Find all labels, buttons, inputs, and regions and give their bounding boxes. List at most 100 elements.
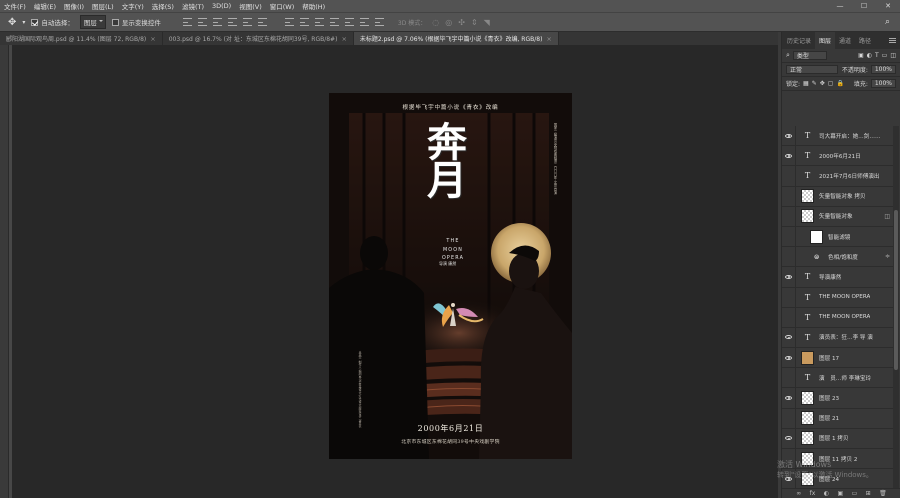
filter-shape-icon[interactable]: ▭ (882, 52, 888, 59)
3d-slide-icon[interactable]: ⇕ (471, 18, 478, 27)
poster-document[interactable]: 根据毕飞宇中篇小说《青衣》改编 奔月 THE MOON OPERA 导演 康然 … (329, 93, 572, 459)
layer-visibility-toggle[interactable] (782, 327, 796, 348)
lock-all-icon[interactable]: 🔒 (836, 80, 843, 87)
menu-item[interactable]: 图层(L) (88, 1, 118, 11)
lock-pixels-icon[interactable]: ▦ (803, 80, 809, 87)
layer-visibility-toggle[interactable] (782, 126, 796, 146)
layer-visibility-toggle[interactable] (782, 347, 796, 368)
menu-item[interactable]: 编辑(E) (30, 1, 60, 11)
move-tool-icon[interactable]: ✥ (8, 17, 16, 28)
distribute-top-icon[interactable] (284, 18, 294, 26)
lock-artboard-icon[interactable]: ▢ (828, 80, 834, 87)
mask-icon[interactable]: ◐ (824, 490, 829, 497)
layer-row[interactable]: T 2000年6月21日 (782, 145, 893, 167)
filter-adjust-icon[interactable]: ◐ (867, 52, 872, 59)
close-icon[interactable]: ✕ (876, 0, 900, 12)
filter-pixel-icon[interactable]: ▣ (858, 52, 864, 59)
menu-item[interactable]: 窗口(W) (266, 1, 299, 11)
document-tab[interactable]: 郾阳湖国际观鸟周.psd @ 11.4% (图层 72, RGB/8) × (0, 32, 163, 45)
align-left-icon[interactable] (227, 18, 237, 26)
layer-visibility-toggle[interactable] (782, 266, 796, 287)
minimize-icon[interactable]: — (828, 0, 852, 12)
panel-menu-icon[interactable] (889, 38, 896, 43)
3d-scale-icon[interactable]: ◥ (484, 18, 490, 27)
3d-orbit-icon[interactable]: ◌ (432, 18, 439, 27)
menu-item[interactable]: 滤镜(T) (178, 1, 208, 11)
menu-item[interactable]: 帮助(H) (298, 1, 329, 11)
layer-row[interactable]: T 2021年7月6日师傅演出 (782, 165, 893, 187)
search-icon[interactable]: ⌕ (885, 17, 890, 27)
menu-item[interactable]: 文字(Y) (118, 1, 148, 11)
panel-tab[interactable]: 通道 (835, 32, 855, 49)
layer-row[interactable]: 智能滤镜 (782, 226, 893, 248)
panel-tab[interactable]: 历史记录 (783, 32, 815, 49)
layer-visibility-toggle[interactable] (782, 408, 796, 429)
layer-visibility-toggle[interactable] (782, 307, 796, 328)
tool-preset-dropdown[interactable]: ▾ (22, 19, 25, 26)
layer-row[interactable]: 图层 21 (782, 408, 893, 429)
layer-row[interactable]: T THE MOON OPERA (782, 287, 893, 308)
layer-visibility-toggle[interactable] (782, 367, 796, 388)
auto-select-target-dropdown[interactable]: 图层 (79, 15, 106, 29)
lock-move-icon[interactable]: ✥ (820, 80, 825, 87)
layer-visibility-toggle[interactable] (782, 145, 796, 166)
maximize-icon[interactable]: ☐ (852, 0, 876, 12)
panel-tab[interactable]: 路径 (855, 32, 875, 49)
menu-item[interactable]: 视图(V) (235, 1, 266, 11)
align-top-icon[interactable] (182, 18, 192, 26)
distribute-left-icon[interactable] (329, 18, 339, 26)
align-vertical-center-icon[interactable] (197, 18, 207, 26)
panel-tab[interactable]: 图层 (815, 32, 836, 49)
layer-visibility-toggle[interactable] (782, 388, 796, 409)
layer-filter-dropdown[interactable]: 类型 (792, 51, 827, 60)
menu-item[interactable]: 选择(S) (148, 1, 178, 11)
auto-select-toggle[interactable]: 自动选择： (31, 17, 74, 27)
distribute-bottom-icon[interactable] (314, 18, 324, 26)
blend-mode-dropdown[interactable]: 正常 (786, 65, 838, 74)
close-tab-icon[interactable]: × (150, 35, 155, 43)
layer-row[interactable]: T THE MOON OPERA (782, 307, 893, 328)
layer-row[interactable]: 图层 1 拷贝 (782, 428, 893, 449)
layer-row[interactable]: ⊜ 色相/饱和度 ≑ (782, 246, 893, 268)
close-tab-icon[interactable]: × (546, 35, 551, 43)
menu-item[interactable]: 3D(D) (208, 2, 235, 10)
layer-visibility-toggle[interactable] (782, 287, 796, 308)
layer-row[interactable]: T 司大幕开启：她…剑…… (782, 126, 893, 147)
align-right-icon[interactable] (257, 18, 267, 26)
opacity-input[interactable]: 100% (870, 65, 896, 74)
group-icon[interactable]: ▭ (852, 490, 858, 497)
link-layers-icon[interactable]: ∞ (796, 490, 801, 497)
layer-row[interactable]: 矢量智能对象 拷贝 (782, 186, 893, 207)
show-transform-toggle[interactable]: 显示变换控件 (111, 17, 161, 27)
delete-layer-icon[interactable]: 🗑 (879, 490, 887, 497)
layer-visibility-toggle[interactable] (782, 226, 796, 247)
auto-align-icon[interactable] (374, 18, 384, 26)
filter-smart-icon[interactable]: ◫ (890, 52, 896, 59)
layer-row[interactable]: 矢量智能对象 ◫ (782, 206, 893, 227)
layers-scrollbar[interactable] (893, 126, 899, 488)
menu-item[interactable]: 文件(F) (0, 1, 30, 11)
distribute-center-icon[interactable] (299, 18, 309, 26)
layer-row[interactable]: 图层 23 (782, 388, 893, 409)
fill-input[interactable]: 100% (870, 79, 896, 88)
show-transform-checkbox[interactable] (111, 18, 119, 26)
3d-roll-icon[interactable]: ◎ (445, 18, 452, 27)
distribute-right-icon[interactable] (359, 18, 369, 26)
layer-row[interactable]: T 导演康然 (782, 266, 893, 288)
tools-panel[interactable] (0, 45, 9, 498)
close-tab-icon[interactable]: × (341, 35, 346, 43)
align-horizontal-center-icon[interactable] (242, 18, 252, 26)
document-tab[interactable]: 未标题2.psd @ 7.06% (根据毕飞宇中篇小说《青衣》改编, RGB/8… (353, 32, 559, 45)
scrollbar-thumb[interactable] (894, 210, 898, 370)
lock-paint-icon[interactable]: ✎ (812, 80, 817, 87)
layer-visibility-toggle[interactable] (782, 165, 796, 186)
layer-visibility-toggle[interactable] (782, 206, 796, 227)
menu-item[interactable]: 图像(I) (60, 1, 88, 11)
align-bottom-icon[interactable] (212, 18, 222, 26)
adjustment-layer-icon[interactable]: ▣ (837, 490, 843, 497)
layer-row[interactable]: 图层 17 (782, 347, 893, 369)
distribute-hcenter-icon[interactable] (344, 18, 354, 26)
layer-visibility-toggle[interactable] (782, 186, 796, 207)
layer-row[interactable]: T 演员表：狂…李 导 演 (782, 327, 893, 349)
filter-text-icon[interactable]: T (875, 52, 879, 59)
